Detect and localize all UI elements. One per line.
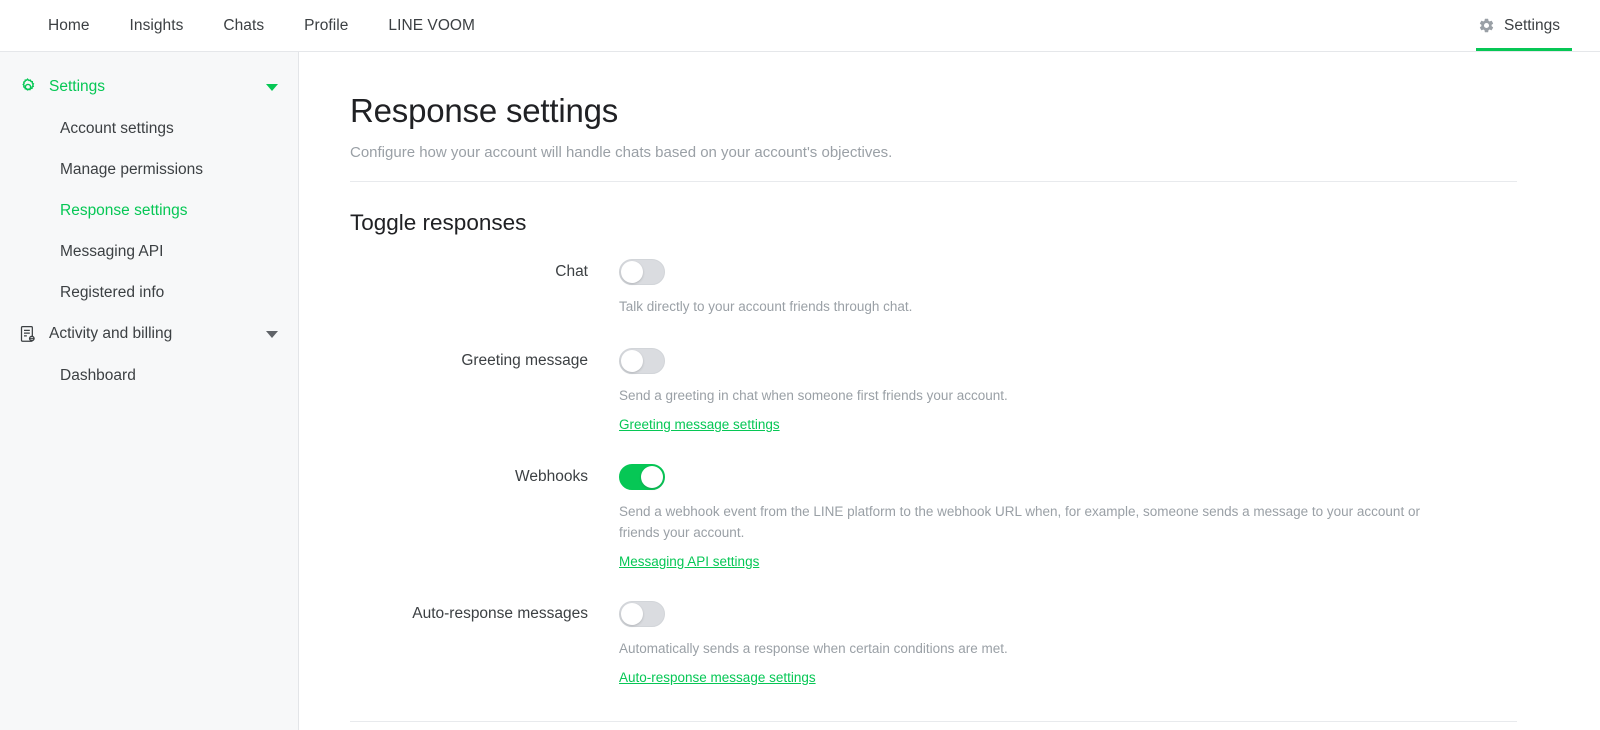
toggle-description-webhooks: Send a webhook event from the LINE platf… <box>619 503 1420 540</box>
link-auto-response-message-settings[interactable]: Auto-response message settings <box>619 670 816 685</box>
sidebar-item-account-settings[interactable]: Account settings <box>0 108 298 149</box>
toggle-knob <box>621 602 643 625</box>
nav-tab-settings-label: Settings <box>1503 16 1560 34</box>
toggle-row-greeting-message: Greeting message Send a greeting in chat… <box>350 345 1520 434</box>
document-receipt-icon <box>20 326 35 342</box>
sidebar: Settings Account settings Manage permiss… <box>0 52 299 730</box>
toggle-row-auto-response-messages: Auto-response messages Automatically sen… <box>350 598 1520 687</box>
sidebar-item-registered-info[interactable]: Registered info <box>0 272 298 313</box>
toggle-switch-webhooks[interactable] <box>619 463 665 490</box>
sidebar-group-activity-and-billing[interactable]: Activity and billing <box>0 313 298 355</box>
page-subtitle: Configure how your account will handle c… <box>350 143 893 161</box>
nav-tab-insights[interactable]: Insights <box>110 0 204 51</box>
nav-tab-line-voom[interactable]: LINE VOOM <box>368 0 495 51</box>
toggle-knob <box>641 465 663 488</box>
link-messaging-api-settings[interactable]: Messaging API settings <box>619 554 759 569</box>
sidebar-item-response-settings[interactable]: Response settings <box>0 190 298 231</box>
top-nav-right: Settings <box>1456 0 1600 51</box>
chevron-down-icon[interactable] <box>266 330 278 338</box>
toggle-label-webhooks: Webhooks <box>515 467 588 485</box>
toggle-switch-auto-response-messages[interactable] <box>619 600 665 627</box>
active-tab-indicator <box>1475 48 1572 51</box>
gear-icon <box>1479 18 1494 33</box>
sidebar-item-messaging-api[interactable]: Messaging API <box>0 231 298 272</box>
link-greeting-message-settings[interactable]: Greeting message settings <box>619 417 780 432</box>
divider-bottom <box>350 720 1517 722</box>
sidebar-item-dashboard[interactable]: Dashboard <box>0 355 298 396</box>
nav-tab-chats[interactable]: Chats <box>203 0 284 51</box>
toggle-knob <box>621 349 643 372</box>
toggle-rows: Chat Talk directly to your account frien… <box>350 256 1520 687</box>
page-shell: Settings Account settings Manage permiss… <box>0 52 1600 730</box>
nav-tab-settings[interactable]: Settings <box>1456 0 1586 51</box>
toggle-label-auto-response-messages: Auto-response messages <box>412 604 588 622</box>
chevron-down-icon[interactable] <box>266 83 278 91</box>
toggle-description-auto-response-messages: Automatically sends a response when cert… <box>619 640 1008 656</box>
toggle-knob <box>621 260 643 283</box>
top-navigation-bar: Home Insights Chats Profile LINE VOOM Se… <box>0 0 1600 52</box>
toggle-description-greeting-message: Send a greeting in chat when someone fir… <box>619 387 1008 403</box>
toggle-row-webhooks: Webhooks Send a webhook event from the L… <box>350 461 1520 571</box>
toggle-label-chat: Chat <box>555 262 588 280</box>
sidebar-group-settings[interactable]: Settings <box>0 66 298 108</box>
page-title: Response settings <box>350 92 619 129</box>
sidebar-group-settings-label: Settings <box>49 78 106 95</box>
toggle-row-chat: Chat Talk directly to your account frien… <box>350 256 1520 318</box>
nav-tab-home[interactable]: Home <box>28 0 110 51</box>
toggle-switch-greeting-message[interactable] <box>619 347 665 374</box>
section-title-toggle-responses: Toggle responses <box>350 209 527 235</box>
toggle-switch-chat[interactable] <box>619 258 665 285</box>
nav-tab-profile[interactable]: Profile <box>284 0 368 51</box>
divider <box>350 180 1517 182</box>
toggle-description-chat: Talk directly to your account friends th… <box>619 298 913 314</box>
sidebar-group-activity-and-billing-label: Activity and billing <box>49 325 173 342</box>
toggle-label-greeting-message: Greeting message <box>461 351 588 369</box>
main-content: Response settings Configure how your acc… <box>299 52 1600 730</box>
gear-icon <box>22 78 35 91</box>
top-nav-tabs: Home Insights Chats Profile LINE VOOM <box>0 0 495 51</box>
sidebar-item-manage-permissions[interactable]: Manage permissions <box>0 149 298 190</box>
